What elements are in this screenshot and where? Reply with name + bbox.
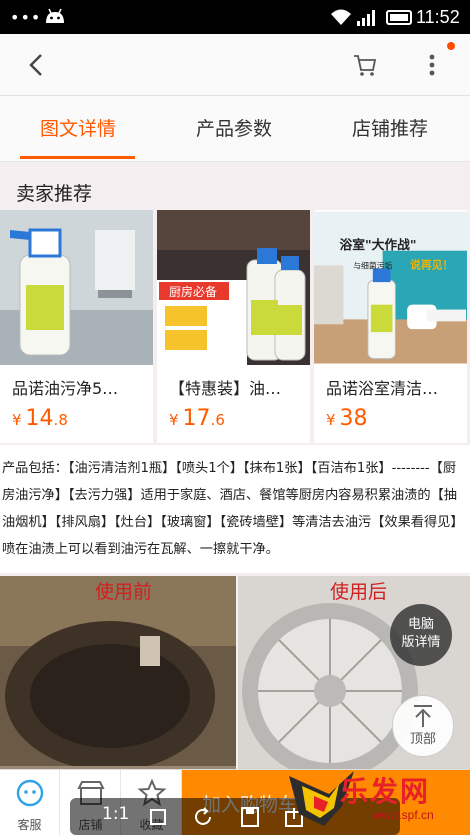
product-price: ¥17.6 (169, 406, 225, 431)
pc-detail-line2: 版详情 (401, 635, 441, 650)
tab-graphic-details[interactable]: 图文详情 (8, 114, 148, 141)
fullscreen-icon[interactable] (148, 807, 168, 827)
section-title: 卖家推荐 (16, 183, 93, 205)
arrow-up-icon (414, 705, 432, 727)
banner-subtext: 与细菌污垢 (353, 260, 392, 270)
product-image: 浴室"大作战" 与细菌污垢 说再见！ (314, 211, 467, 364)
product-name: 品诺浴室清洁… (326, 379, 439, 398)
banner-text: 厨房必备 (169, 284, 217, 299)
signal-icon (357, 10, 375, 26)
banner-subtext: 说再见！ (410, 258, 453, 271)
cart-icon[interactable] (352, 52, 378, 78)
product-card[interactable]: 品诺油污净5… ¥14.8 (0, 210, 153, 443)
clock: 11:52 (416, 7, 460, 27)
top-nav (0, 34, 470, 96)
product-name: 品诺油污净5… (12, 379, 119, 398)
android-icon (46, 8, 64, 23)
product-image: 厨房必备 (157, 210, 310, 365)
notification-dots: ••• (10, 8, 42, 27)
back-icon[interactable] (22, 50, 52, 80)
active-tab-indicator (20, 156, 135, 159)
detail-tabs: 图文详情 产品参数 店铺推荐 (0, 96, 470, 162)
wifi-icon (331, 9, 351, 25)
save-icon[interactable] (240, 806, 260, 828)
watermark-text: 乐发网 (340, 775, 431, 808)
product-price: ¥14.8 (12, 406, 68, 431)
battery-icon (386, 10, 412, 25)
more-icon[interactable] (424, 50, 440, 80)
product-price: ¥38 (326, 406, 368, 431)
product-image (0, 210, 153, 365)
pc-detail-button[interactable]: 电脑 版详情 (390, 604, 452, 666)
customer-service-button[interactable]: 客服 (0, 770, 60, 835)
product-name: 【特惠装】油… (169, 379, 282, 398)
pc-detail-line1: 电脑 (407, 617, 434, 632)
watermark-url: www.spf.cn (373, 808, 434, 822)
back-to-top-button[interactable]: 顶部 (392, 695, 454, 757)
tab-shop-recommend[interactable]: 店铺推荐 (320, 114, 460, 141)
status-bar: ••• 11:52 (0, 0, 470, 34)
customer-service-label: 客服 (17, 818, 42, 832)
tab-product-params[interactable]: 产品参数 (164, 114, 304, 141)
after-label: 使用后 (330, 581, 387, 603)
before-label: 使用前 (95, 581, 152, 603)
product-card[interactable]: 浴室"大作战" 与细菌污垢 说再见！ 品诺浴室清洁… ¥38 (314, 210, 467, 443)
product-description: 产品包括：【油污清洁剂1瓶】【喷头1个】【抹布1张】【百洁布1张】-------… (0, 445, 470, 573)
chat-icon (16, 779, 43, 807)
product-card[interactable]: 厨房必备 【特惠装】油… ¥17.6 (157, 210, 310, 443)
refresh-icon[interactable] (192, 806, 214, 828)
back-to-top-label: 顶部 (409, 732, 436, 747)
notification-dot (447, 42, 455, 50)
aspect-ratio-label[interactable]: 1:1 (102, 804, 129, 824)
banner-text: 浴室"大作战" (340, 237, 417, 253)
